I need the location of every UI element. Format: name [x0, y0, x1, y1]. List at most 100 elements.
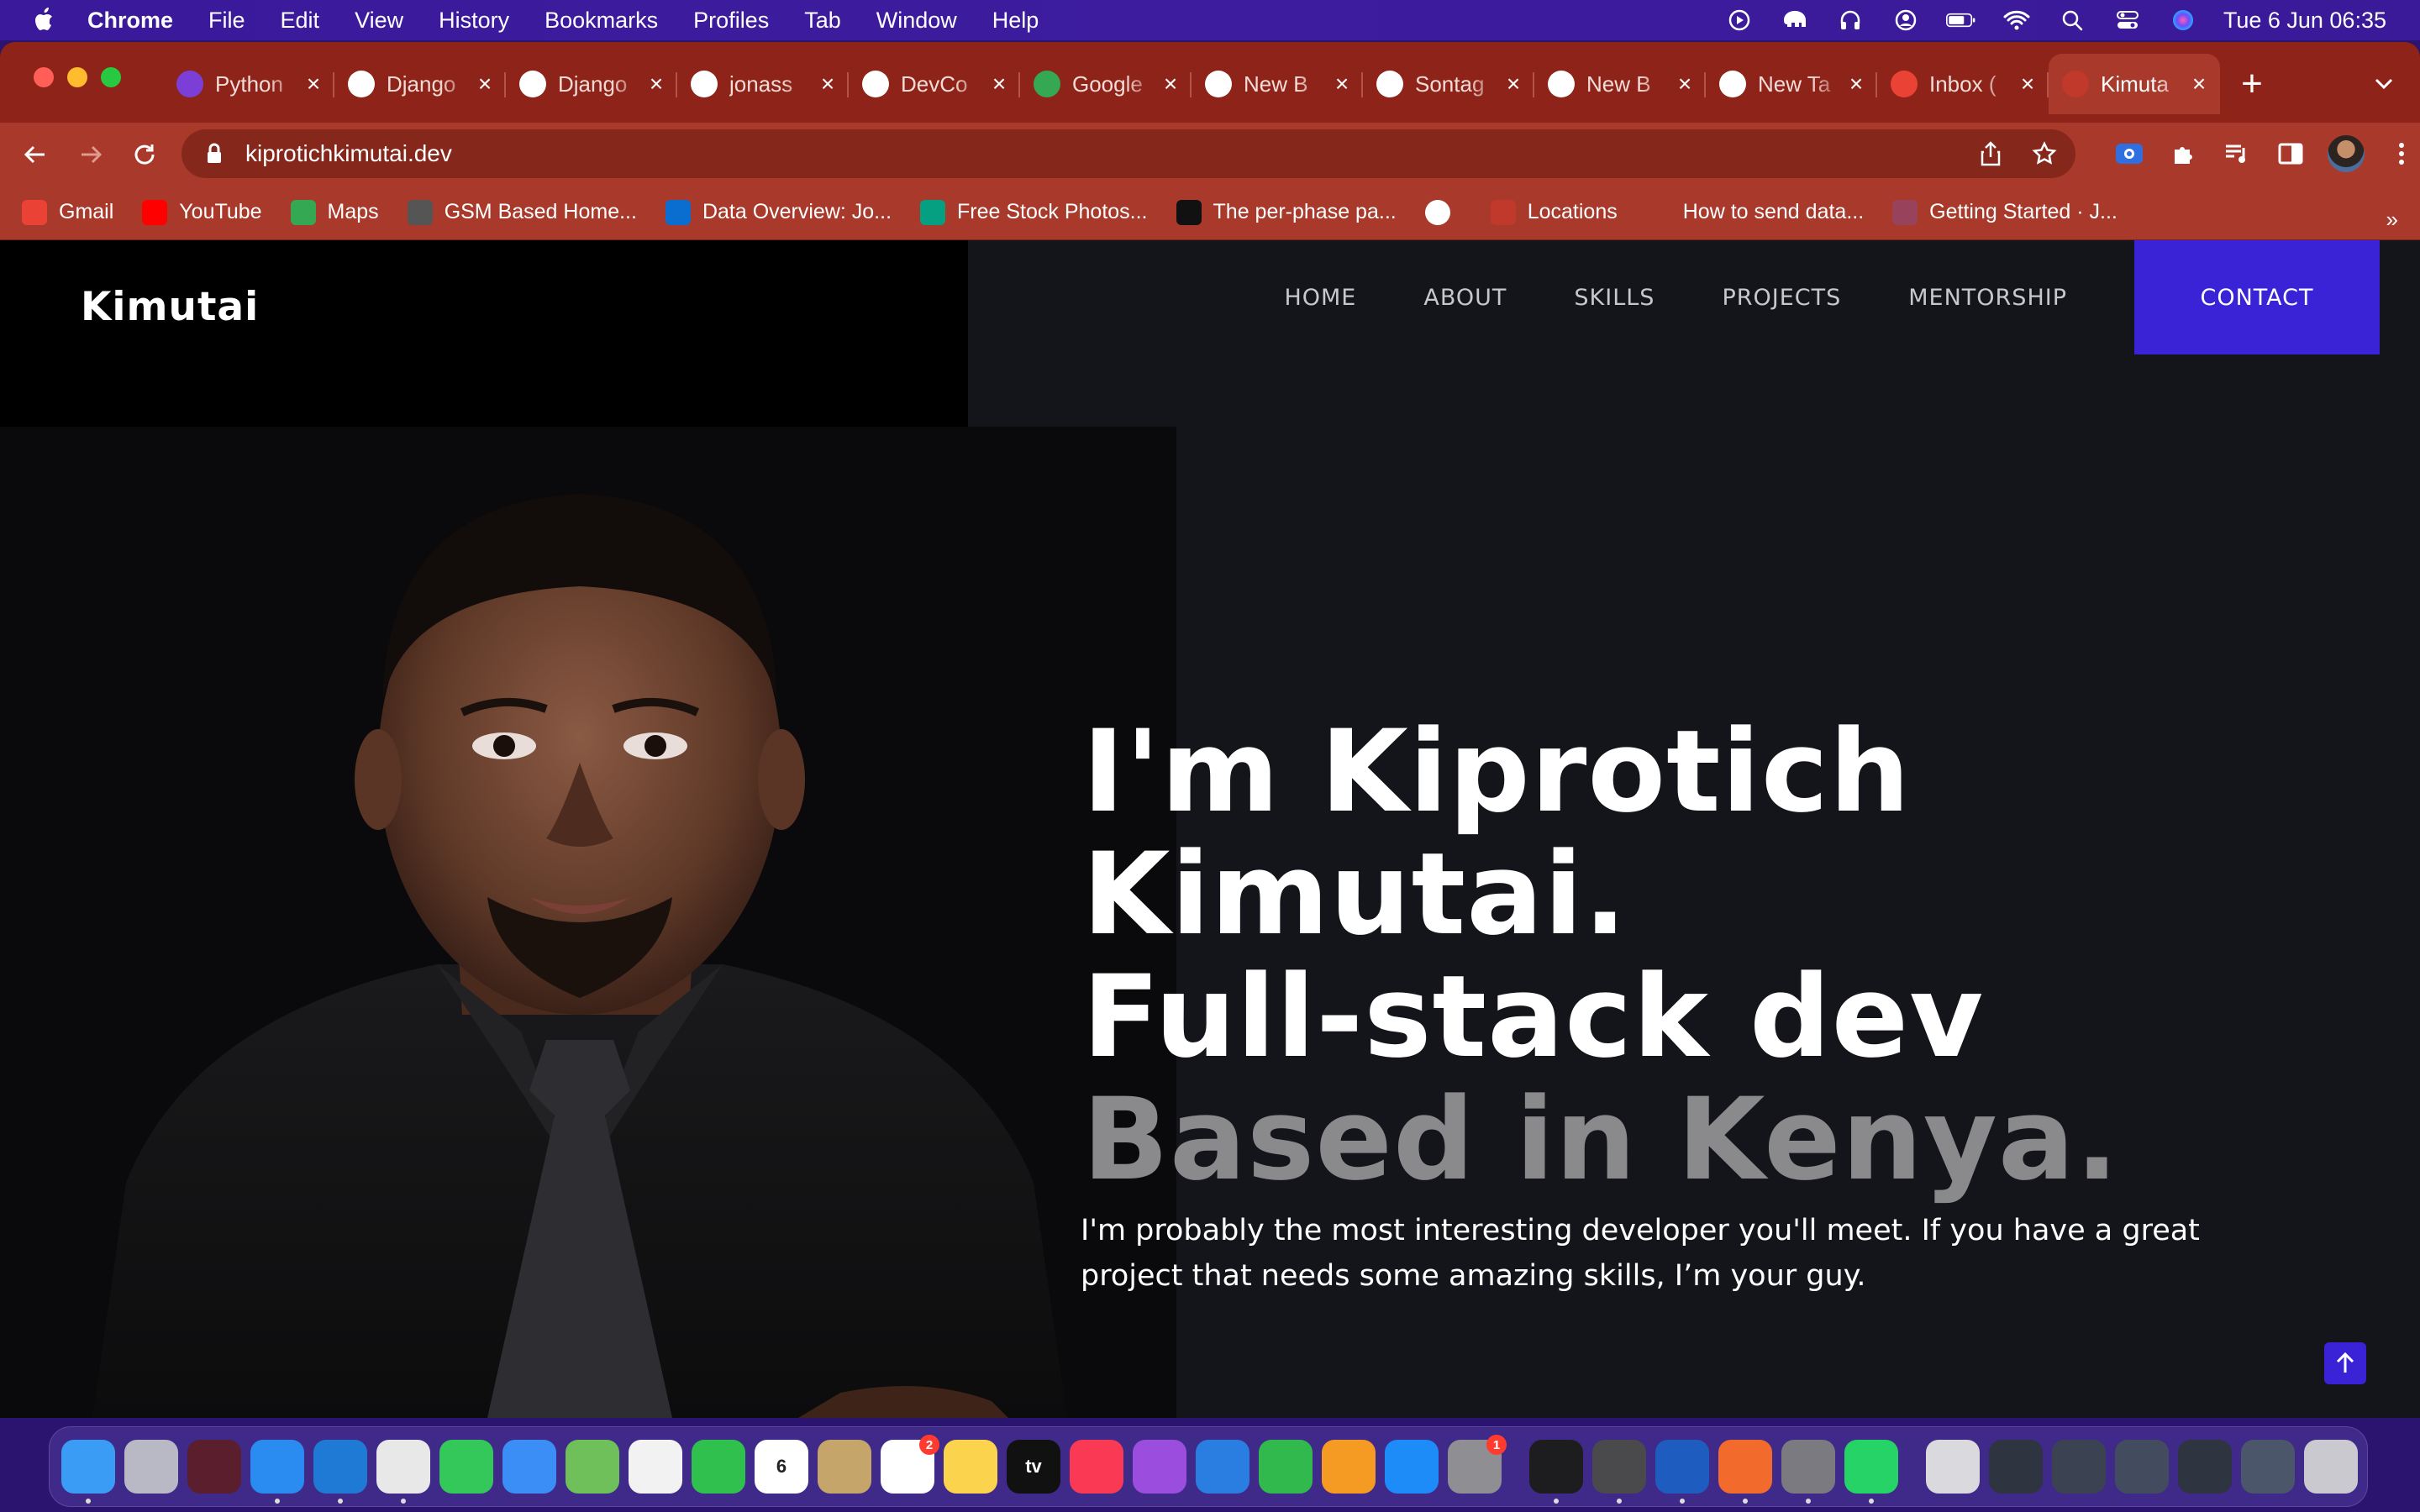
menu-tab[interactable]: Tab: [804, 8, 841, 34]
forward-arrow-icon[interactable]: [74, 138, 108, 171]
calendar-icon[interactable]: 6: [755, 1440, 808, 1494]
mail-icon[interactable]: [502, 1440, 556, 1494]
close-tab-icon[interactable]: ×: [1331, 71, 1353, 97]
close-tab-icon[interactable]: ×: [1160, 71, 1181, 97]
contact-button[interactable]: CONTACT: [2134, 240, 2380, 354]
window-thumb-icon[interactable]: [2052, 1440, 2106, 1494]
menu-profiles[interactable]: Profiles: [693, 8, 769, 34]
unknown-app-icon[interactable]: [187, 1440, 241, 1494]
scroll-to-top-button[interactable]: [2324, 1342, 2366, 1384]
extensions-puzzle-icon[interactable]: [2166, 137, 2200, 171]
menu-view[interactable]: View: [355, 8, 403, 34]
close-tab-icon[interactable]: ×: [988, 71, 1010, 97]
close-tab-icon[interactable]: ×: [2188, 71, 2210, 97]
nav-home-link[interactable]: HOME: [1284, 240, 1356, 354]
reminders-icon[interactable]: 2: [881, 1435, 939, 1494]
tab-search-chevron-icon[interactable]: [2371, 71, 2396, 96]
wifi-icon[interactable]: [2002, 8, 2032, 33]
menu-app-name[interactable]: Chrome: [87, 8, 173, 34]
spotlight-search-icon[interactable]: [2057, 8, 2087, 33]
control-center-icon[interactable]: [2112, 8, 2143, 33]
numbers-icon[interactable]: [1259, 1440, 1313, 1494]
side-panel-icon[interactable]: [2274, 137, 2307, 171]
bookmark-item[interactable]: Locations: [1490, 199, 1618, 225]
user-account-icon[interactable]: [1891, 8, 1921, 33]
launchpad-icon[interactable]: [124, 1440, 178, 1494]
facetime-icon[interactable]: [692, 1440, 745, 1494]
headphones-icon[interactable]: [1835, 8, 1865, 33]
bookmark-item[interactable]: [1424, 199, 1462, 225]
notes-icon[interactable]: [944, 1440, 997, 1494]
close-tab-icon[interactable]: ×: [1674, 71, 1696, 97]
bookmark-star-icon[interactable]: [2030, 139, 2059, 168]
close-tab-icon[interactable]: ×: [302, 71, 324, 97]
bookmark-item[interactable]: Data Overview: Jo...: [665, 199, 892, 225]
new-tab-button[interactable]: +: [2235, 62, 2269, 106]
whatsapp-icon[interactable]: [1844, 1440, 1898, 1504]
close-tab-icon[interactable]: ×: [474, 71, 496, 97]
browser-tab[interactable]: Kimuta ×: [2049, 54, 2220, 114]
podcasts-icon[interactable]: [1133, 1440, 1186, 1494]
menu-bookmarks[interactable]: Bookmarks: [544, 8, 658, 34]
sketch-pen-icon[interactable]: [1718, 1440, 1772, 1504]
browser-tab[interactable]: New Ta ×: [1706, 54, 1877, 114]
terminal-icon[interactable]: [1529, 1440, 1583, 1504]
menu-file[interactable]: File: [208, 8, 245, 34]
browser-tab[interactable]: Python ×: [163, 54, 334, 114]
chrome-icon[interactable]: [376, 1440, 430, 1504]
menu-history[interactable]: History: [439, 8, 509, 34]
system-settings-icon[interactable]: 1: [1448, 1435, 1507, 1494]
minimize-window-button[interactable]: [67, 67, 87, 87]
maps-icon[interactable]: [566, 1440, 619, 1494]
menu-bar-clock[interactable]: Tue 6 Jun 06:35: [2223, 8, 2386, 34]
nav-mentorship-link[interactable]: MENTORSHIP: [1908, 240, 2067, 354]
lock-icon[interactable]: [202, 141, 227, 166]
documents-folder-icon[interactable]: [1926, 1440, 1980, 1494]
browser-tab[interactable]: Google ×: [1020, 54, 1192, 114]
menu-window[interactable]: Window: [876, 8, 957, 34]
bookmarks-overflow-chevron-icon[interactable]: »: [2386, 207, 2398, 233]
bookmark-item[interactable]: Gmail: [22, 199, 113, 225]
nav-about-link[interactable]: ABOUT: [1423, 240, 1507, 354]
rocket-icon[interactable]: [1781, 1440, 1835, 1504]
browser-tab[interactable]: DevCo ×: [849, 54, 1020, 114]
bookmark-item[interactable]: The per-phase pa...: [1176, 199, 1397, 225]
back-arrow-icon[interactable]: [18, 138, 52, 171]
address-bar[interactable]: kiprotichkimutai.dev: [182, 129, 2075, 178]
browser-tab[interactable]: Django ×: [334, 54, 506, 114]
window-thumb-icon[interactable]: [2241, 1440, 2295, 1494]
play-circle-icon[interactable]: [1724, 8, 1754, 33]
finder-icon[interactable]: [61, 1440, 115, 1504]
pages-icon[interactable]: [1322, 1440, 1376, 1494]
trash-icon[interactable]: [2304, 1440, 2358, 1494]
browser-tab[interactable]: Sontag ×: [1363, 54, 1534, 114]
bookmark-item[interactable]: How to send data...: [1645, 199, 1864, 225]
url-text[interactable]: kiprotichkimutai.dev: [245, 140, 452, 167]
reload-icon[interactable]: [128, 138, 161, 171]
close-tab-icon[interactable]: ×: [1845, 71, 1867, 97]
browser-tab[interactable]: New B ×: [1534, 54, 1706, 114]
chrome-menu-kebab-icon[interactable]: [2385, 137, 2418, 171]
messages-icon[interactable]: [439, 1440, 493, 1494]
app-store-icon[interactable]: [1385, 1440, 1439, 1494]
contacts-icon[interactable]: [818, 1440, 871, 1494]
bookmark-item[interactable]: YouTube: [142, 199, 262, 225]
battery-icon[interactable]: [1945, 8, 1976, 33]
elephant-icon[interactable]: [1780, 8, 1810, 33]
bookmark-item[interactable]: Maps: [290, 199, 379, 225]
safari-icon[interactable]: [250, 1440, 304, 1504]
browser-tab[interactable]: Django ×: [506, 54, 677, 114]
browser-tab[interactable]: Inbox (×: [1877, 54, 2049, 114]
close-tab-icon[interactable]: ×: [2017, 71, 2039, 97]
bookmark-item[interactable]: GSM Based Home...: [407, 199, 637, 225]
window-thumb-icon[interactable]: [1989, 1440, 2043, 1494]
vscode-icon[interactable]: [313, 1440, 367, 1504]
photos-icon[interactable]: [629, 1440, 682, 1494]
word-icon[interactable]: [1655, 1440, 1709, 1504]
zoom-window-button[interactable]: [101, 67, 121, 87]
nav-projects-link[interactable]: PROJECTS: [1722, 240, 1841, 354]
close-tab-icon[interactable]: ×: [817, 71, 839, 97]
media-queue-icon[interactable]: [2220, 137, 2254, 171]
browser-tab[interactable]: jonass ×: [677, 54, 849, 114]
music-icon[interactable]: [1070, 1440, 1123, 1494]
